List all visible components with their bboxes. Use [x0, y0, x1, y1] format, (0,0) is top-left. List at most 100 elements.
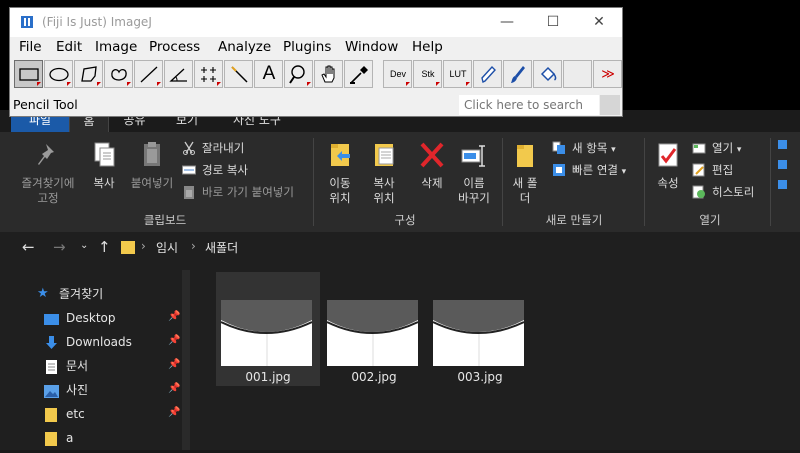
menu-plugins[interactable]: Plugins: [283, 39, 331, 55]
imagej-toolbar: A Dev Stk LUT ≫: [10, 58, 622, 90]
open-button[interactable]: 열기 ▾: [692, 138, 741, 158]
close-icon[interactable]: ✕: [576, 8, 622, 37]
back-arrow-icon[interactable]: ←: [22, 238, 35, 256]
delete-button[interactable]: 삭제: [412, 140, 452, 191]
breadcrumb-item[interactable]: 새폴더: [205, 239, 238, 256]
nav-pane-scrollbar[interactable]: [182, 270, 190, 450]
brush-tool-button[interactable]: [503, 60, 532, 88]
star-icon: ★: [37, 286, 49, 301]
color-picker-tool-button[interactable]: [344, 60, 373, 88]
empty-tool-slot[interactable]: [563, 60, 592, 88]
open-icon: [692, 141, 706, 155]
search-input[interactable]: [459, 95, 599, 115]
download-arrow-icon: [44, 335, 59, 349]
nav-item-etc[interactable]: etc: [44, 403, 85, 425]
history-button[interactable]: 히스토리: [692, 182, 754, 202]
imagej-titlebar[interactable]: (Fiji Is Just) ImageJ — ☐ ✕: [10, 8, 622, 37]
flood-fill-tool-button[interactable]: [533, 60, 562, 88]
oval-tool-button[interactable]: [44, 60, 73, 88]
pencil-icon: [481, 65, 496, 84]
stack-tools-button[interactable]: Stk: [413, 60, 442, 88]
search-button[interactable]: [600, 95, 620, 115]
recent-locations-chevron-icon[interactable]: ⌄: [80, 240, 88, 251]
line-tool-button[interactable]: [134, 60, 163, 88]
maximize-icon[interactable]: ☐: [530, 8, 576, 37]
edit-button[interactable]: 편집: [692, 160, 733, 180]
navigation-pane: ★ 즐겨찾기 Desktop 📌 Downloads 📌 문서 📌 사진 📌 e…: [0, 270, 182, 450]
up-arrow-icon[interactable]: ↑: [98, 238, 111, 256]
select-group-partial[interactable]: [778, 140, 788, 200]
file-item[interactable]: 003.jpg: [428, 272, 532, 386]
dev-label: Dev: [389, 69, 406, 79]
forward-arrow-icon[interactable]: →: [53, 238, 66, 256]
nav-item-desktop[interactable]: Desktop: [44, 307, 116, 329]
paste-shortcut-label: 바로 가기 붙여넣기: [202, 185, 294, 199]
paste-icon: [136, 140, 168, 170]
file-item[interactable]: 002.jpg: [322, 272, 426, 386]
rectangle-tool-button[interactable]: [14, 60, 43, 88]
zoom-tool-button[interactable]: [284, 60, 313, 88]
more-tools-button[interactable]: ≫: [593, 60, 622, 88]
ribbon: 즐겨찾기에 고정 복사 붙여넣기 잘라내기 경로 복사 바로 가기 붙여넣기 클…: [0, 132, 800, 233]
cut-button[interactable]: 잘라내기: [182, 138, 244, 158]
rename-button[interactable]: 이름 바꾸기: [452, 140, 496, 206]
wand-tool-button[interactable]: [224, 60, 253, 88]
properties-label: 속성: [657, 176, 679, 190]
stk-label: Stk: [421, 69, 435, 79]
nav-item-a[interactable]: a: [44, 427, 73, 449]
paste-shortcut-button[interactable]: 바로 가기 붙여넣기: [182, 182, 294, 202]
polygon-tool-button[interactable]: [74, 60, 103, 88]
menu-image[interactable]: Image: [95, 39, 137, 55]
pin-icon: 📌: [168, 335, 181, 346]
copy-path-button[interactable]: 경로 복사: [182, 160, 248, 180]
menu-edit[interactable]: Edit: [56, 39, 82, 55]
magic-wand-icon: [231, 66, 248, 83]
paintbrush-icon: [511, 66, 525, 83]
move-to-button[interactable]: 이동 위치: [318, 140, 362, 206]
lut-menu-button[interactable]: LUT: [443, 60, 472, 88]
menu-file[interactable]: File: [19, 39, 42, 55]
new-item-button[interactable]: 새 항목 ▾: [552, 138, 616, 158]
rename-icon: [458, 140, 490, 170]
developer-menu-button[interactable]: Dev: [383, 60, 412, 88]
nav-item-downloads[interactable]: Downloads: [44, 331, 132, 353]
point-tool-button[interactable]: [194, 60, 223, 88]
edit-icon: [692, 163, 706, 177]
pin-to-quick-access-button[interactable]: 즐겨찾기에 고정: [12, 140, 84, 206]
menu-process[interactable]: Process: [149, 39, 200, 55]
menu-analyze[interactable]: Analyze: [218, 39, 271, 55]
text-tool-icon: A: [262, 63, 276, 84]
new-folder-button[interactable]: 새 폴더: [506, 140, 544, 206]
paint-bucket-icon: [540, 66, 557, 82]
ribbon-separator: [502, 138, 503, 226]
hand-icon: [321, 65, 335, 83]
file-thumbnail: [433, 300, 524, 366]
copy-to-button[interactable]: 복사 위치: [362, 140, 406, 206]
nav-quick-access[interactable]: ★ 즐겨찾기: [37, 283, 103, 305]
minimize-icon[interactable]: —: [484, 8, 530, 37]
new-folder-icon: [509, 140, 541, 170]
text-tool-button[interactable]: A: [254, 60, 283, 88]
nav-item-documents[interactable]: 문서: [44, 355, 88, 377]
scroll-tool-button[interactable]: [314, 60, 343, 88]
copy-button[interactable]: 복사: [84, 140, 124, 191]
angle-icon: [169, 68, 187, 82]
pin-icon: 📌: [168, 359, 181, 370]
menu-help[interactable]: Help: [412, 39, 443, 55]
breadcrumb-item[interactable]: 임시: [156, 239, 178, 256]
nav-label: 사진: [66, 383, 89, 397]
menu-window[interactable]: Window: [345, 39, 398, 55]
paste-button[interactable]: 붙여넣기: [126, 140, 178, 191]
copy-folder-icon: [368, 140, 400, 170]
file-item[interactable]: 001.jpg: [216, 272, 320, 386]
nav-item-pictures[interactable]: 사진: [44, 379, 88, 401]
pencil-tool-button[interactable]: [473, 60, 502, 88]
freehand-tool-button[interactable]: [104, 60, 133, 88]
file-name: 003.jpg: [457, 370, 503, 384]
easy-access-button[interactable]: 빠른 연결 ▾: [552, 160, 626, 180]
properties-button[interactable]: 속성: [648, 140, 688, 191]
copy-to-label: 복사 위치: [373, 176, 395, 205]
pin-icon: 📌: [168, 311, 181, 322]
angle-tool-button[interactable]: [164, 60, 193, 88]
move-folder-icon: [324, 140, 356, 170]
